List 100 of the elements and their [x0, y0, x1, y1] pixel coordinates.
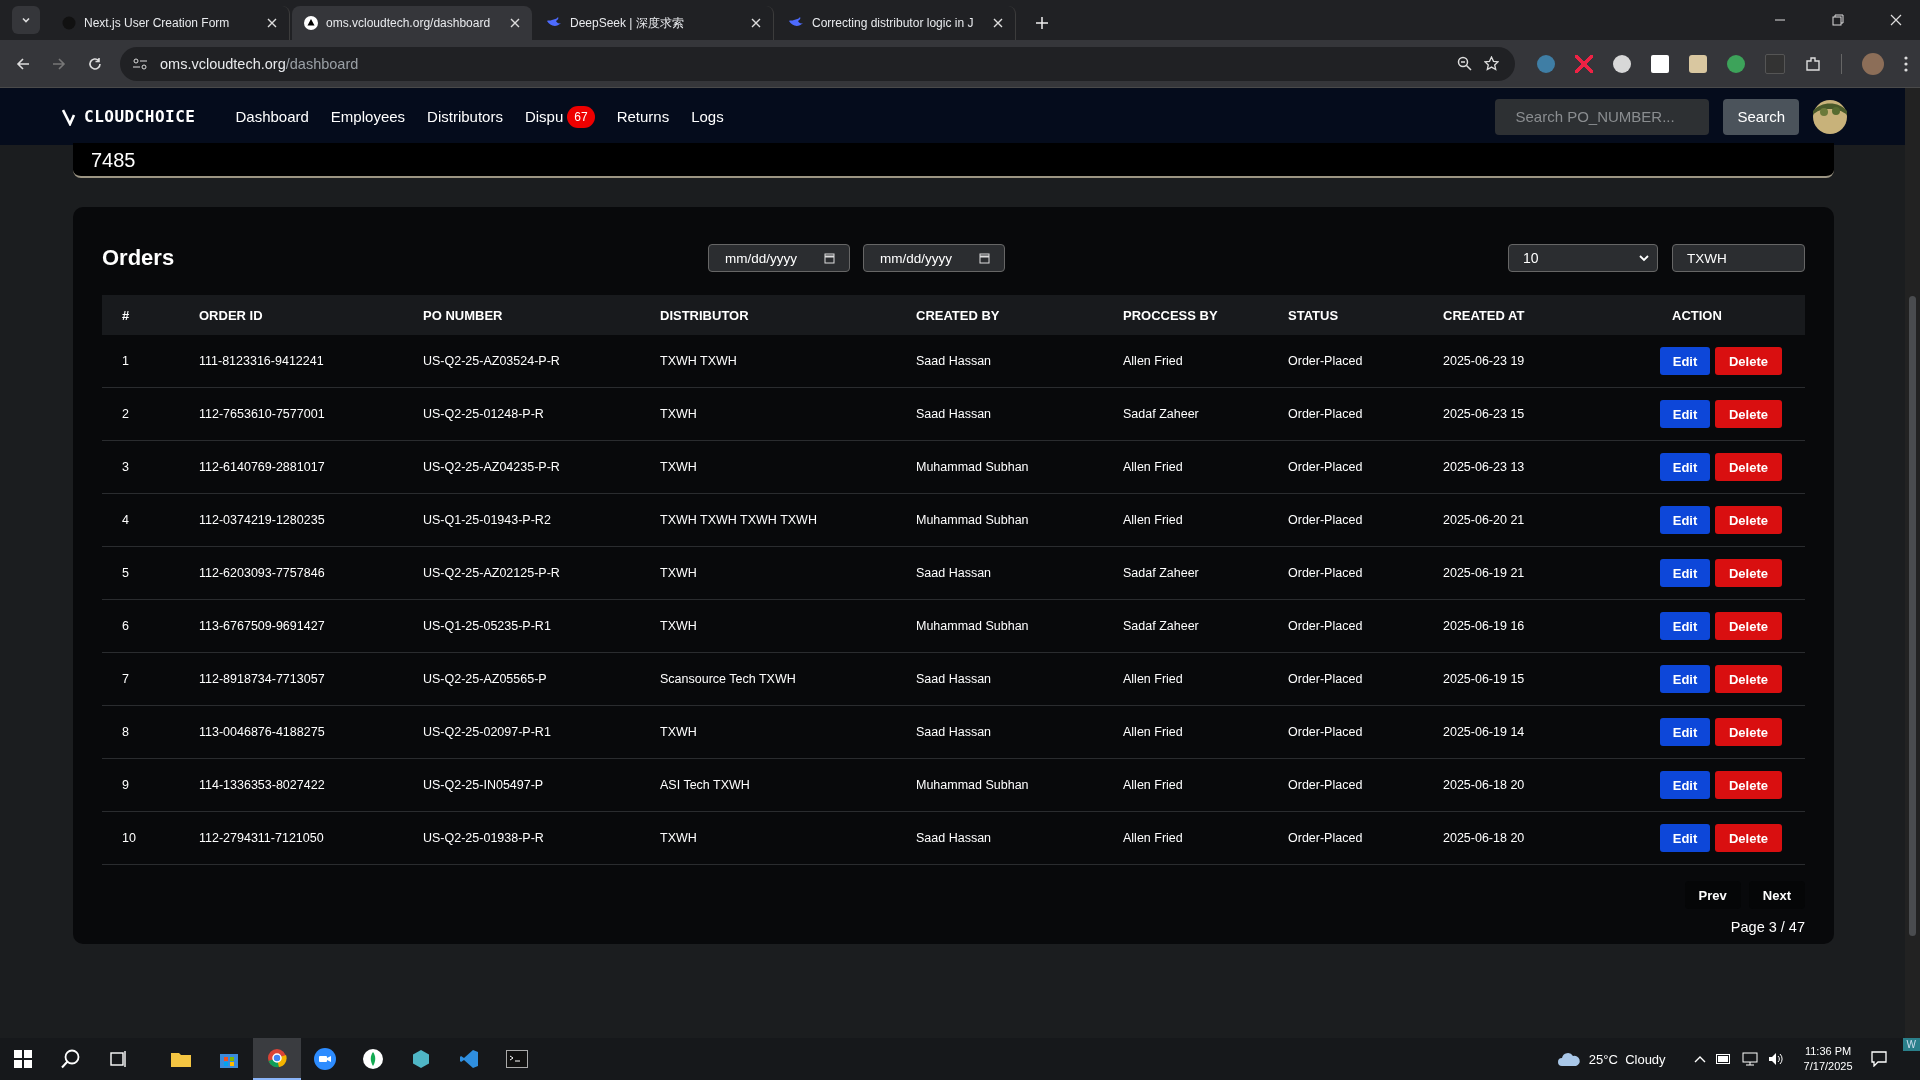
- site-settings-icon[interactable]: [132, 56, 148, 71]
- search-button[interactable]: Search: [1723, 98, 1799, 135]
- reload-icon[interactable]: [88, 56, 102, 71]
- table-cell-text: Muhammad Subhan: [915, 513, 1030, 527]
- column-header: CREATED BY: [915, 307, 1001, 323]
- close-icon[interactable]: [1890, 14, 1902, 26]
- search-icon[interactable]: [61, 1049, 81, 1069]
- tab-title: Correcting distributor logic in J: [812, 16, 974, 30]
- close-icon[interactable]: [510, 18, 520, 28]
- edit-button[interactable]: Edit: [1660, 771, 1710, 799]
- edit-button[interactable]: Edit: [1660, 400, 1710, 428]
- table-cell-text: 2025-06-23 19: [1442, 354, 1526, 368]
- table-cell-text: 112-0374219-1280235: [198, 513, 326, 527]
- table-cell-text: Saad Hassan: [915, 831, 993, 845]
- table-cell-text: US-Q1-25-05235-P-R1: [422, 619, 552, 633]
- avatar[interactable]: [1813, 99, 1847, 134]
- nav-link[interactable]: Returns: [616, 108, 670, 125]
- edit-button[interactable]: Edit: [1660, 347, 1710, 375]
- clock[interactable]: 11:36 PM 7/17/2025: [1803, 1044, 1853, 1074]
- calendar-icon[interactable]: [979, 252, 990, 264]
- edit-button[interactable]: Edit: [1660, 453, 1710, 481]
- search-field[interactable]: Search PO_NUMBER...: [1495, 98, 1710, 135]
- scrollbar-thumb[interactable]: [1909, 296, 1916, 936]
- column-header: ORDER ID: [198, 307, 264, 323]
- filter-field[interactable]: TXWH: [1672, 244, 1805, 272]
- table-cell-text: 2: [121, 407, 130, 421]
- zoom-out-icon[interactable]: [1457, 56, 1472, 71]
- edit-button[interactable]: Edit: [1660, 824, 1710, 852]
- windows-start-icon[interactable]: [14, 1050, 32, 1068]
- browser-tab[interactable]: oms.vcloudtech.org/dashboard: [292, 6, 532, 40]
- delete-button[interactable]: Delete: [1715, 506, 1782, 534]
- extension-icon[interactable]: [1651, 54, 1669, 73]
- battery-icon[interactable]: [1715, 1054, 1732, 1064]
- table-cell-text: TXWH TXWH TXWH TXWH: [659, 513, 818, 527]
- table-cell-text: TXWH: [659, 566, 698, 580]
- table-cell-text: 113-0046876-4188275: [198, 725, 326, 739]
- table-cell-text: Sadaf Zaheer: [1122, 619, 1200, 633]
- table-cell-text: Allen Fried: [1122, 831, 1184, 845]
- close-icon[interactable]: [751, 18, 761, 28]
- puzzle-icon[interactable]: [1805, 55, 1821, 72]
- nav-link[interactable]: Logs: [691, 108, 724, 125]
- edit-button[interactable]: Edit: [1660, 718, 1710, 746]
- notification-icon[interactable]: [1870, 1051, 1887, 1067]
- edit-button[interactable]: Edit: [1660, 612, 1710, 640]
- delete-button[interactable]: Delete: [1715, 559, 1782, 587]
- table-cell-text: 112-7653610-7577001: [198, 407, 326, 421]
- close-icon[interactable]: [993, 18, 1003, 28]
- weather-text[interactable]: 25°C Cloudy: [1588, 1051, 1666, 1067]
- task-view-icon[interactable]: [110, 1050, 128, 1068]
- profile-avatar[interactable]: [1862, 52, 1884, 75]
- nav-link[interactable]: Distributors: [427, 108, 503, 125]
- forward-icon[interactable]: [52, 56, 66, 71]
- more-icon[interactable]: [1904, 55, 1908, 72]
- count-badge: 67: [567, 105, 595, 128]
- volume-icon[interactable]: [1767, 1052, 1784, 1066]
- column-header: PROCCESS BY: [1122, 307, 1219, 323]
- orders-title: Orders: [102, 245, 176, 271]
- close-icon[interactable]: [267, 18, 277, 28]
- scrollbar[interactable]: [1905, 88, 1920, 1038]
- delete-button[interactable]: Delete: [1715, 824, 1782, 852]
- table-cell-text: TXWH TXWH: [659, 354, 738, 368]
- delete-button[interactable]: Delete: [1715, 771, 1782, 799]
- next-button[interactable]: Next: [1748, 881, 1805, 909]
- table-cell-text: 112-6203093-7757846: [198, 566, 326, 580]
- table-cell-text: 2025-06-20 21: [1442, 513, 1526, 527]
- page-size-select[interactable]: 10: [1508, 244, 1658, 272]
- delete-button[interactable]: Delete: [1715, 347, 1782, 375]
- delete-button[interactable]: Delete: [1715, 453, 1782, 481]
- network-icon[interactable]: [1741, 1052, 1758, 1066]
- table-cell-text: 9: [121, 778, 130, 792]
- calendar-icon[interactable]: [824, 252, 835, 264]
- browser-icon[interactable]: [253, 1038, 301, 1080]
- nav-link[interactable]: Dispu: [524, 108, 564, 125]
- table-cell-text: US-Q2-25-02097-P-R1: [422, 725, 552, 739]
- extension-icon[interactable]: [1613, 54, 1631, 73]
- table-cell-text: Muhammad Subhan: [915, 619, 1030, 633]
- logo[interactable]: CLOUDCHOICE: [84, 107, 196, 126]
- nav-link[interactable]: Dashboard: [235, 108, 309, 125]
- delete-button[interactable]: Delete: [1715, 612, 1782, 640]
- edit-button[interactable]: Edit: [1660, 665, 1710, 693]
- prev-button[interactable]: Prev: [1684, 881, 1741, 909]
- chevron-up-icon[interactable]: [1693, 1055, 1706, 1063]
- date-field[interactable]: mm/dd/yyyy: [708, 244, 850, 272]
- edit-button[interactable]: Edit: [1660, 559, 1710, 587]
- restore-icon[interactable]: [1832, 14, 1844, 26]
- table-cell-text: 2025-06-19 16: [1442, 619, 1526, 633]
- delete-button[interactable]: Delete: [1715, 665, 1782, 693]
- nav-link[interactable]: Employees: [330, 108, 406, 125]
- star-icon[interactable]: [1484, 56, 1499, 71]
- back-icon[interactable]: [16, 56, 30, 71]
- date-field[interactable]: mm/dd/yyyy: [863, 244, 1005, 272]
- table-cell-text: 111-8123316-9412241: [198, 354, 325, 368]
- table-cell-text: 3: [121, 460, 130, 474]
- address-bar[interactable]: oms.vcloudtech.org/dashboard: [120, 46, 1515, 81]
- delete-button[interactable]: Delete: [1715, 400, 1782, 428]
- delete-button[interactable]: Delete: [1715, 718, 1782, 746]
- plus-icon[interactable]: [1036, 17, 1048, 29]
- extension-icon[interactable]: [1689, 54, 1707, 73]
- edit-button[interactable]: Edit: [1660, 506, 1710, 534]
- table-cell-text: US-Q2-25-AZ04235-P-R: [422, 460, 561, 474]
